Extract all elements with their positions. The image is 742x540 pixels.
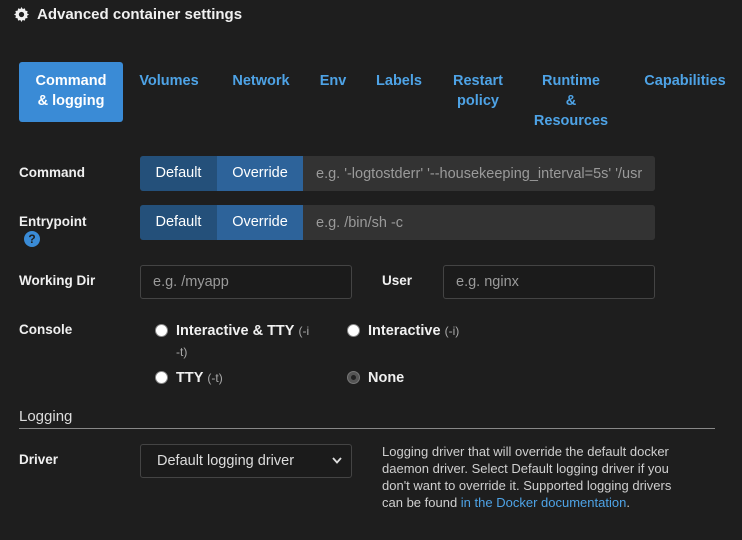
radio-label: TTY xyxy=(176,370,204,386)
select-value: Default logging driver xyxy=(157,453,295,469)
docs-link[interactable]: in xyxy=(461,495,471,510)
help-text-end: . xyxy=(626,495,630,510)
logging-driver-help: Logging driver that will override the de… xyxy=(382,443,682,511)
tab-label-line: Labels xyxy=(376,73,422,89)
radio-hint: -t) xyxy=(176,345,188,359)
tab-capabilities[interactable]: Capabilities xyxy=(633,71,737,91)
section-divider xyxy=(19,428,715,429)
user-label: User xyxy=(382,273,413,288)
radio-hint: (-i xyxy=(298,324,310,338)
working-dir-input[interactable] xyxy=(140,265,352,299)
radio-label: Interactive & TTY xyxy=(176,323,295,339)
tab-label-line: Resources xyxy=(533,113,609,129)
console-option-interactive-tty[interactable]: Interactive & TTY (-i -t) xyxy=(155,321,321,363)
tab-restart-policy[interactable]: Restart policy xyxy=(445,71,511,111)
radio-button-selected[interactable] xyxy=(347,371,360,384)
radio-button[interactable] xyxy=(155,324,168,337)
tab-label-line: & logging xyxy=(37,93,105,109)
tab-env[interactable]: Env xyxy=(315,71,351,91)
chevron-down-icon xyxy=(332,457,342,464)
tab-labels[interactable]: Labels xyxy=(371,71,427,91)
working-dir-label: Working Dir xyxy=(19,273,96,288)
radio-hint: (-t) xyxy=(207,371,223,385)
logging-driver-select[interactable]: Default logging driver xyxy=(140,444,352,478)
command-field-group: Default Override xyxy=(140,156,655,191)
tab-label-line: Command xyxy=(35,73,107,89)
tab-network[interactable]: Network xyxy=(227,71,295,91)
gear-icon xyxy=(14,7,29,22)
tab-runtime-resources[interactable]: Runtime & Resources xyxy=(529,71,613,131)
console-option-interactive[interactable]: Interactive (-i) xyxy=(347,321,459,342)
entrypoint-label: Entrypoint xyxy=(19,214,87,229)
command-input[interactable] xyxy=(303,156,655,191)
command-label: Command xyxy=(19,165,86,180)
tab-label-line: Restart xyxy=(453,73,503,89)
command-override-button[interactable]: Override xyxy=(217,156,303,191)
radio-label: Interactive xyxy=(368,323,441,339)
console-option-tty[interactable]: TTY (-t) xyxy=(155,368,223,389)
entrypoint-field-group: Default Override xyxy=(140,205,655,240)
section-header: Advanced container settings xyxy=(14,6,242,23)
console-label: Console xyxy=(19,322,73,337)
docs-link[interactable]: the Docker documentation xyxy=(475,495,627,510)
entrypoint-default-button[interactable]: Default xyxy=(140,205,217,240)
command-default-button[interactable]: Default xyxy=(140,156,217,191)
radio-button[interactable] xyxy=(347,324,360,337)
logging-section-title: Logging xyxy=(19,408,73,425)
tab-label-line: policy xyxy=(457,93,499,109)
tab-label-line: & xyxy=(565,93,577,109)
help-icon[interactable]: ? xyxy=(24,231,40,247)
tab-label-line: Network xyxy=(232,73,290,89)
entrypoint-override-button[interactable]: Override xyxy=(217,205,303,240)
radio-button[interactable] xyxy=(155,371,168,384)
tab-label-line: Env xyxy=(319,73,347,89)
user-input[interactable] xyxy=(443,265,655,299)
radio-hint: (-i) xyxy=(444,324,460,338)
tab-label-line: Volumes xyxy=(139,73,199,89)
tab-command-logging[interactable]: Command & logging xyxy=(19,62,123,122)
section-title: Advanced container settings xyxy=(37,6,243,23)
tab-label-line: Capabilities xyxy=(644,73,726,89)
console-option-none[interactable]: None xyxy=(347,368,404,389)
tab-label-line: Runtime xyxy=(542,73,600,89)
driver-label: Driver xyxy=(19,452,59,467)
tab-volumes[interactable]: Volumes xyxy=(135,71,203,91)
entrypoint-input[interactable] xyxy=(303,205,655,240)
tab-bar: Command & logging Volumes Network Env La… xyxy=(19,62,739,132)
radio-label: None xyxy=(368,370,405,386)
